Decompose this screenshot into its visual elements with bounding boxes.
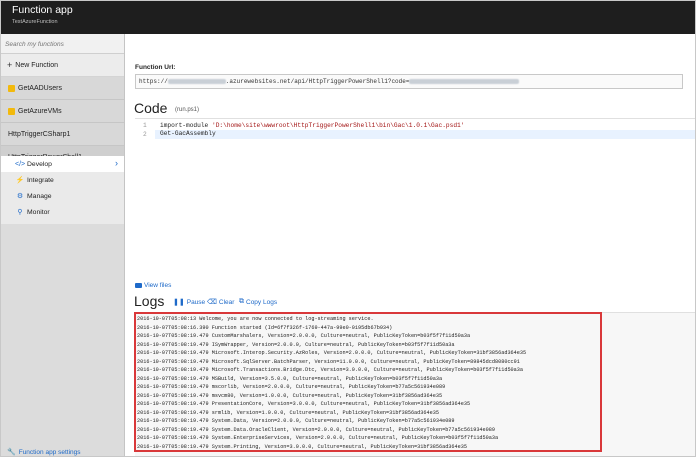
log-line: 2016-10-07T05:08:19.479 mscorlib, Versio…	[137, 384, 446, 390]
code-line: import-module 'D:\home\site\wwwroot\Http…	[160, 122, 464, 129]
log-line: 2016-10-07T05:08:19.479 CustomMarshalers…	[137, 333, 471, 339]
code-file-name: (run.ps1)	[175, 107, 200, 113]
log-stream[interactable]: 2016-10-07T05:08:13 Welcome, you are now…	[135, 312, 695, 456]
log-line: 2016-10-07T05:08:13 Welcome, you are now…	[137, 316, 374, 322]
pause-label: Pause	[186, 298, 206, 306]
plus-icon: +	[7, 60, 13, 70]
sidebar: + New Function GetAADUsers GetAzureVMs H…	[1, 34, 125, 457]
log-line: 2016-10-07T05:08:19.479 Microsoft.Transa…	[137, 367, 524, 373]
log-line: 2016-10-07T05:08:19.479 System.Enterpris…	[137, 435, 499, 441]
log-line: 2016-10-07T05:08:19.479 System.Data.Orac…	[137, 426, 495, 433]
log-line: 2016-10-07T05:08:19.479 System.Data, Ver…	[137, 418, 455, 424]
view-files-link[interactable]: View files	[135, 282, 171, 289]
main-panel: Function Url: https:// .azurewebsites.net…	[125, 34, 695, 456]
subnav-integrate[interactable]: ⚡ Integrate	[1, 172, 124, 188]
subnav-manage[interactable]: ⚙ Manage	[1, 188, 124, 204]
log-line: 2016-10-07T05:08:19.479 System.Printing,…	[137, 443, 467, 450]
function-icon	[8, 107, 15, 115]
app-settings-label: Function app settings	[18, 448, 81, 456]
log-line: 2016-10-07T05:08:19.479 msvcm80, Version…	[137, 392, 443, 399]
url-middle: .azurewebsites.net/api/HttpTriggerPowerS…	[225, 78, 410, 85]
copy-logs-label: Copy Logs	[246, 298, 278, 306]
log-line: 2016-10-07T05:08:19.479 MSBuild, Version…	[137, 375, 443, 382]
window: Function app TestAzureFunction + New Fun…	[0, 0, 696, 457]
app-header: Function app TestAzureFunction	[1, 1, 695, 34]
function-app-settings-link[interactable]: 🔧 Function app settings	[7, 448, 81, 457]
pause-icon: ❚❚	[173, 299, 185, 306]
folder-icon	[135, 283, 142, 288]
line-number: 1	[143, 122, 147, 129]
wrench-icon: 🔧	[7, 449, 16, 456]
subnav-monitor[interactable]: ⚲ Monitor	[1, 204, 124, 220]
function-item-getaadusers[interactable]: GetAADUsers	[1, 77, 124, 100]
search-input[interactable]	[5, 38, 120, 50]
log-line: 2016-10-07T05:08:16.390 Function started…	[137, 324, 393, 331]
url-prefix: https://	[139, 78, 168, 85]
function-item-getazurevms[interactable]: GetAzureVMs	[1, 100, 124, 123]
magnifier-icon: ⚲	[17, 209, 23, 216]
clear-button[interactable]: ⌫ Clear	[207, 298, 235, 307]
function-item-httptriggercsharp1[interactable]: HttpTriggerCSharp1	[1, 123, 124, 146]
log-line: 2016-10-07T05:08:19.479 srmlib, Version=…	[137, 409, 439, 416]
log-line: 2016-10-07T05:08:19.479 PresentationCore…	[137, 401, 471, 407]
code-line-current: Get-GacAssembly	[155, 130, 695, 139]
function-url-label: Function Url:	[135, 64, 176, 71]
copy-logs-button[interactable]: ⧉ Copy Logs	[239, 298, 277, 306]
copy-icon: ⧉	[239, 298, 244, 305]
log-line: 2016-10-07T05:08:19.479 Microsoft.SqlSer…	[137, 358, 520, 365]
log-line: 2016-10-07T05:08:19.479 ISymWrapper, Ver…	[137, 341, 455, 348]
pause-button[interactable]: ❚❚ Pause	[173, 298, 206, 307]
function-subnav: </> Develop › ⚡ Integrate ⚙ Manage ⚲ Mon…	[1, 156, 124, 224]
function-item-label: GetAzureVMs	[18, 107, 62, 115]
subnav-label: Manage	[27, 192, 52, 200]
subnav-develop[interactable]: </> Develop ›	[1, 156, 124, 172]
app-title: Function app	[12, 4, 73, 16]
view-files-label: View files	[144, 282, 172, 289]
lightning-icon: ⚡	[15, 177, 25, 184]
gear-icon: ⚙	[16, 193, 24, 200]
code-string: 'D:\home\site\wwwroot\HttpTriggerPowerSh…	[211, 122, 465, 129]
app-subtitle: TestAzureFunction	[12, 19, 58, 25]
function-icon	[8, 84, 15, 92]
log-line: 2016-10-07T05:08:19.479 Microsoft.Intero…	[137, 350, 527, 356]
code-keyword: import-module	[160, 122, 212, 129]
code-editor[interactable]: 1 2 import-module 'D:\home\site\wwwroot\…	[135, 118, 695, 279]
subnav-label: Integrate	[27, 176, 54, 184]
code-icon: </>	[15, 160, 26, 168]
new-function-label: New Function	[15, 61, 59, 69]
search-box[interactable]	[1, 34, 124, 54]
logs-section-title: Logs	[134, 293, 165, 309]
line-gutter: 1 2	[135, 119, 155, 279]
eraser-icon: ⌫	[207, 299, 217, 306]
function-url-field[interactable]: https:// .azurewebsites.net/api/HttpTrigg…	[135, 74, 683, 89]
subnav-label: Monitor	[27, 208, 50, 216]
redacted-code	[409, 78, 520, 84]
line-number: 2	[143, 131, 147, 138]
code-section-title: Code	[134, 100, 168, 116]
function-item-label: GetAADUsers	[18, 84, 62, 92]
clear-label: Clear	[218, 298, 235, 306]
function-item-label: HttpTriggerCSharp1	[8, 130, 71, 138]
redacted-hostname	[167, 78, 226, 84]
new-function-button[interactable]: + New Function	[1, 54, 124, 77]
chevron-right-icon: ›	[115, 158, 118, 168]
subnav-label: Develop	[27, 160, 52, 168]
